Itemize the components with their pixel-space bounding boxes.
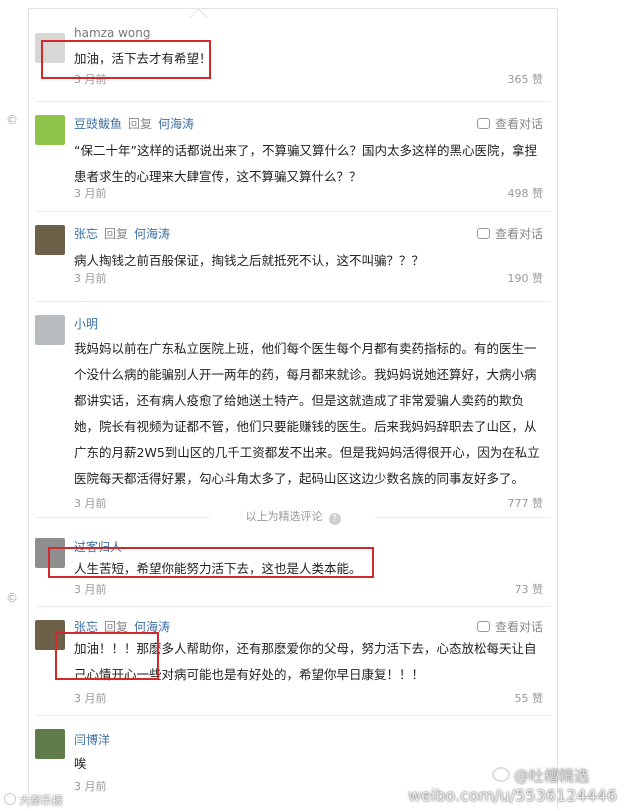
- comment-username: 豆豉鲅鱼 回复 何海涛: [74, 115, 194, 132]
- conversation-icon: [476, 621, 490, 632]
- help-icon[interactable]: ?: [328, 513, 341, 525]
- watermark-url: weibo.com/u/5536124446: [408, 786, 618, 805]
- comment-text: “保二十年”这样的话都说出来了，不算骗又算什么？国内太多这样的黑心医院，拿捏患者…: [74, 143, 537, 184]
- like-count[interactable]: 190 赞: [508, 270, 544, 286]
- watermark-top: @吐槽精选: [514, 767, 590, 785]
- username-link[interactable]: 豆豉鲅鱼: [74, 117, 122, 131]
- avatar[interactable]: [35, 115, 65, 145]
- divider: [35, 301, 551, 302]
- selected-comments-label: 以上为精选评论: [245, 510, 323, 523]
- watermark-corner-text: 大都乐报: [19, 794, 63, 807]
- separator-line: [375, 517, 551, 518]
- comment-text: 唉: [74, 756, 87, 771]
- comment-username[interactable]: 闫博洋: [74, 731, 110, 748]
- comment-time: 3 月前: [74, 272, 107, 285]
- view-conversation-label: 查看对话: [494, 620, 543, 634]
- view-conversation-link[interactable]: 查看对话: [476, 115, 543, 132]
- avatar[interactable]: [35, 315, 65, 345]
- comment-time: 3 月前: [74, 692, 107, 705]
- view-conversation-label: 查看对话: [494, 117, 543, 131]
- comment-username: 张忘 回复 何海涛: [74, 225, 170, 242]
- comments-panel: hamza wong 加油，活下去才有希望！ 3 月前 365 赞 豆豉鲅鱼 回复…: [28, 8, 558, 809]
- like-count[interactable]: 365 赞: [508, 71, 544, 87]
- divider: [35, 715, 551, 716]
- avatar[interactable]: [35, 729, 65, 759]
- divider: [35, 101, 551, 102]
- side-mark: ©: [6, 113, 18, 127]
- avatar[interactable]: [35, 225, 65, 255]
- divider: [35, 606, 551, 607]
- watermark-corner: 大都乐报: [4, 792, 63, 808]
- view-conversation-label: 查看对话: [494, 227, 543, 241]
- highlight-box: [55, 632, 159, 680]
- like-count[interactable]: 73 赞: [515, 581, 544, 597]
- highlight-box: [48, 547, 374, 578]
- reply-to-link[interactable]: 何海涛: [134, 227, 170, 241]
- selected-comments-separator: 以上为精选评论?: [29, 508, 557, 525]
- conversation-icon: [476, 118, 490, 129]
- watermark-weibo: @吐槽精选: [492, 765, 589, 786]
- comment-time: 3 月前: [74, 187, 107, 200]
- reply-to-link[interactable]: 何海涛: [158, 117, 194, 131]
- side-mark: ©: [6, 591, 18, 605]
- panel-pointer: [189, 8, 208, 27]
- conversation-icon: [476, 228, 490, 239]
- comment-time: 3 月前: [74, 583, 107, 596]
- view-conversation-link[interactable]: 查看对话: [476, 618, 543, 635]
- corner-logo-icon: [4, 793, 16, 805]
- username-link[interactable]: 张忘: [74, 227, 98, 241]
- like-count[interactable]: 498 赞: [508, 185, 544, 201]
- comment-text: 我妈妈以前在广东私立医院上班，他们每个医生每个月都有卖药指标的。有的医生一个没什…: [74, 341, 540, 486]
- reply-word: 回复: [104, 227, 129, 241]
- view-conversation-link[interactable]: 查看对话: [476, 225, 543, 242]
- separator-line: [35, 517, 211, 518]
- highlight-box: [41, 40, 211, 79]
- comment-time: 3 月前: [74, 780, 107, 793]
- comment-username[interactable]: 小明: [74, 315, 98, 332]
- comment-text: 病人掏钱之前百般保证，掏钱之后就抵死不认，这不叫骗？？？: [74, 253, 425, 268]
- reply-word: 回复: [128, 117, 153, 131]
- comment-username[interactable]: hamza wong: [74, 26, 151, 40]
- like-count[interactable]: 55 赞: [515, 690, 544, 706]
- divider: [35, 211, 551, 212]
- weibo-logo-icon: [492, 767, 510, 782]
